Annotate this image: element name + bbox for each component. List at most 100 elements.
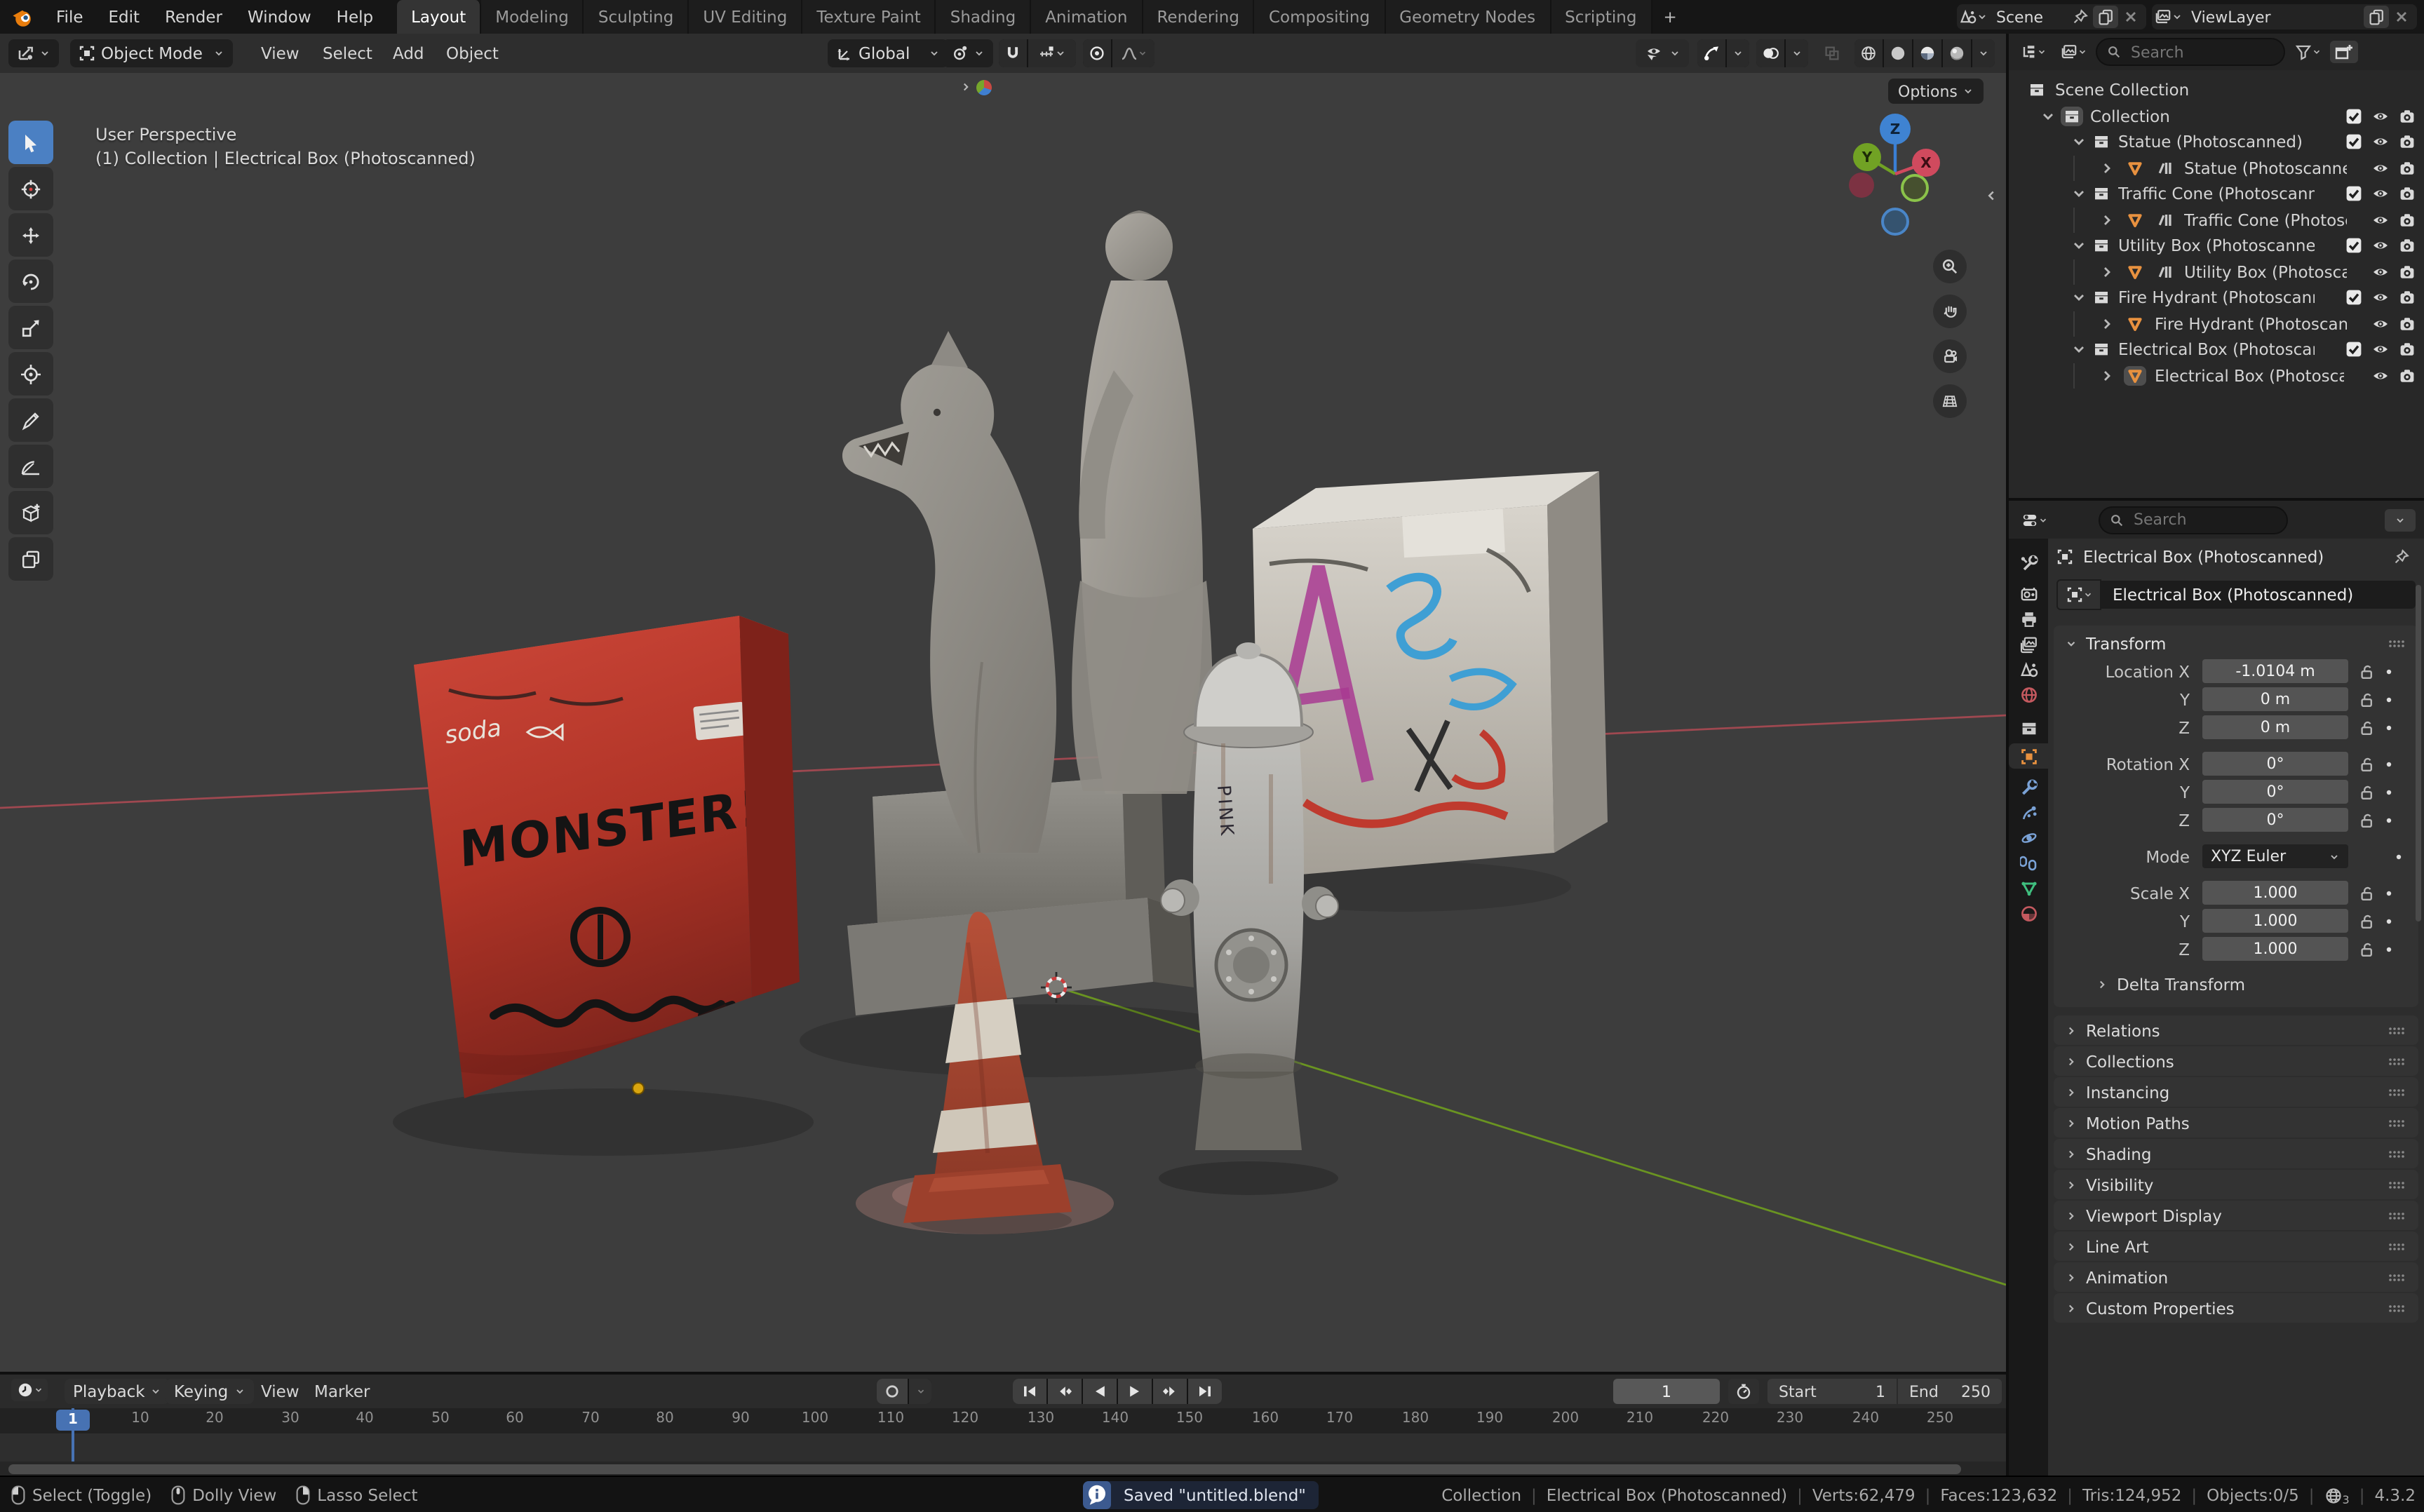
lock-icon[interactable]: [2358, 811, 2375, 828]
tab-rendering[interactable]: Rendering: [1143, 0, 1254, 34]
camera-icon[interactable]: [2399, 290, 2416, 306]
tab-material[interactable]: [2009, 900, 2048, 926]
transform-panel-header[interactable]: Transform: [2054, 630, 2418, 658]
frame-start-field[interactable]: Start1: [1767, 1379, 1897, 1404]
eye-icon[interactable]: [2372, 186, 2389, 203]
scale-x-field[interactable]: 1.000: [2202, 881, 2348, 905]
tab-shading[interactable]: Shading: [936, 0, 1031, 34]
expand-icon[interactable]: [2070, 134, 2087, 151]
tree-row-hydrant-object[interactable]: Fire Hydrant (Photoscanned): [2009, 311, 2424, 337]
menu-add[interactable]: Add: [382, 34, 436, 73]
grip-icon[interactable]: [2388, 1210, 2407, 1221]
tab-uv-editing[interactable]: UV Editing: [689, 0, 802, 34]
id-type-button[interactable]: [2056, 579, 2101, 610]
menu-help[interactable]: Help: [324, 0, 386, 34]
xray-toggle[interactable]: [1818, 39, 1846, 67]
checkbox-icon[interactable]: [2345, 290, 2362, 306]
eye-icon[interactable]: [2372, 264, 2389, 281]
show-object-types-button[interactable]: [1636, 39, 1689, 67]
mode-selector[interactable]: Object Mode: [70, 39, 233, 67]
viewlayer-selector[interactable]: ViewLayer: [2152, 4, 2417, 29]
tab-world[interactable]: [2009, 682, 2048, 707]
tree-row-utility-object[interactable]: Utility Box (Photoscanned): [2009, 259, 2424, 285]
save-toast[interactable]: Saved "untitled.blend": [1083, 1481, 1319, 1509]
sidebar-collapse-arrow[interactable]: [1984, 188, 1999, 203]
pin-scene-button[interactable]: [2068, 6, 2093, 28]
snap-settings-button[interactable]: [1028, 39, 1076, 67]
shading-material-preview-button[interactable]: [1913, 39, 1941, 67]
grip-icon[interactable]: [2388, 1241, 2407, 1252]
expand-icon[interactable]: [2099, 264, 2115, 281]
tab-render[interactable]: [2009, 581, 2048, 606]
animate-dot-icon[interactable]: [2383, 912, 2395, 929]
gizmo-neg-y[interactable]: [1902, 175, 1927, 201]
grip-icon[interactable]: [2388, 1148, 2407, 1159]
menu-edit[interactable]: Edit: [96, 0, 153, 34]
tree-row-cone-collection[interactable]: Traffic Cone (Photoscanned): [2009, 181, 2424, 207]
tab-modifiers[interactable]: [2009, 774, 2048, 799]
tab-compositing[interactable]: Compositing: [1255, 0, 1385, 34]
scale-y-field[interactable]: 1.000: [2202, 909, 2348, 933]
panel-custom-properties[interactable]: Custom Properties: [2054, 1293, 2418, 1323]
menu-file[interactable]: File: [43, 0, 96, 34]
tool-move[interactable]: [8, 213, 53, 257]
new-scene-button[interactable]: [2093, 6, 2118, 28]
eye-icon[interactable]: [2372, 238, 2389, 255]
panel-motion-paths[interactable]: Motion Paths: [2054, 1108, 2418, 1138]
lock-icon[interactable]: [2358, 663, 2375, 680]
current-frame-field[interactable]: 1: [1613, 1379, 1720, 1404]
tree-row-statue-collection[interactable]: Statue (Photoscanned): [2009, 129, 2424, 155]
lock-icon[interactable]: [2358, 912, 2375, 929]
camera-icon[interactable]: [2399, 238, 2416, 255]
grip-icon[interactable]: [2388, 1117, 2407, 1128]
scene-name[interactable]: Scene: [1988, 8, 2068, 26]
tree-row-electrical-object[interactable]: Electrical Box (Photoscanned): [2009, 363, 2424, 389]
animate-dot-icon[interactable]: [2393, 848, 2404, 865]
menu-view-timeline[interactable]: View: [250, 1375, 311, 1408]
shading-solid-button[interactable]: [1884, 39, 1912, 67]
tab-object[interactable]: [2009, 743, 2048, 769]
use-preview-range-toggle[interactable]: [1728, 1379, 1759, 1404]
animate-dot-icon[interactable]: [2383, 811, 2395, 828]
toggle-orthographic-button[interactable]: [1933, 384, 1967, 418]
expand-icon[interactable]: [2099, 212, 2115, 229]
grip-icon[interactable]: [2388, 1025, 2407, 1036]
delta-transform-header[interactable]: Delta Transform: [2054, 971, 2418, 999]
lock-icon[interactable]: [2358, 755, 2375, 772]
animate-dot-icon[interactable]: [2383, 940, 2395, 957]
tab-collection[interactable]: [2009, 715, 2048, 741]
location-x-field[interactable]: -1.0104 m: [2202, 659, 2348, 683]
animate-dot-icon[interactable]: [2383, 884, 2395, 901]
checkbox-icon[interactable]: [2345, 108, 2362, 125]
timeline-track[interactable]: [0, 1433, 2006, 1462]
auto-key-dropdown[interactable]: [909, 1379, 931, 1404]
expand-icon[interactable]: [2070, 238, 2087, 255]
lock-icon[interactable]: [2358, 719, 2375, 736]
tree-row-electrical-collection[interactable]: Electrical Box (Photoscanned): [2009, 337, 2424, 363]
object-name-field[interactable]: Electrical Box (Photoscanned): [2101, 581, 2416, 609]
menu-playback[interactable]: Playback: [65, 1379, 170, 1404]
timeline-editor-type-button[interactable]: [11, 1379, 48, 1401]
tab-physics[interactable]: [2009, 825, 2048, 850]
tab-layout[interactable]: Layout: [397, 0, 481, 34]
pin-id-button[interactable]: [2393, 548, 2410, 565]
expand-icon[interactable]: [2070, 186, 2087, 203]
expand-icon[interactable]: [2070, 290, 2087, 306]
outliner-search-input[interactable]: [2128, 41, 2274, 62]
timeline-scrollbar[interactable]: [8, 1464, 1961, 1474]
scene-selector[interactable]: Scene: [1957, 4, 2146, 29]
gizmos-dropdown[interactable]: [1727, 39, 1749, 67]
transform-orientation[interactable]: Global: [828, 39, 948, 67]
shading-dropdown[interactable]: [1972, 39, 1995, 67]
tool-duplicate[interactable]: [8, 537, 53, 581]
rotation-y-field[interactable]: 0°: [2202, 780, 2348, 804]
proportional-edit-toggle[interactable]: [1083, 39, 1111, 67]
camera-icon[interactable]: [2399, 108, 2416, 125]
panel-animation[interactable]: Animation: [2054, 1262, 2418, 1292]
tool-measure[interactable]: [8, 445, 53, 488]
snap-toggle[interactable]: [999, 39, 1027, 67]
frame-end-field[interactable]: End250: [1898, 1379, 2002, 1404]
animate-dot-icon[interactable]: [2383, 783, 2395, 800]
checkbox-icon[interactable]: [2345, 238, 2362, 255]
tree-row-cone-object[interactable]: Traffic Cone (Photoscanned): [2009, 207, 2424, 233]
